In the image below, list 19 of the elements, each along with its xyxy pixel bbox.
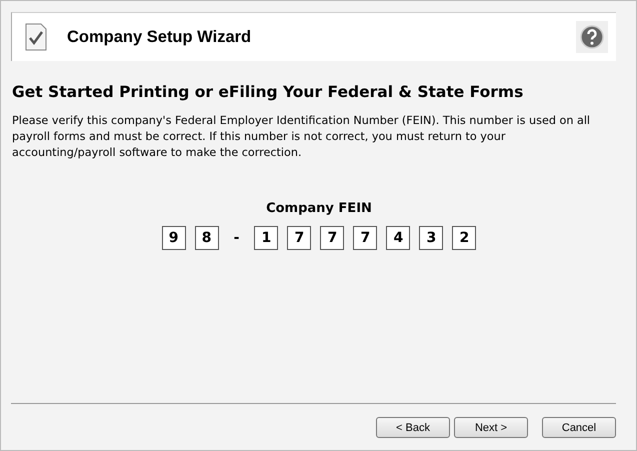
digit-field: 9 <box>162 226 186 250</box>
cancel-button[interactable]: Cancel <box>542 417 616 438</box>
digit-field: 2 <box>452 226 476 250</box>
page-heading: Get Started Printing or eFiling Your Federal & State Forms <box>12 83 524 101</box>
nav-button[interactable]: < Back <box>376 417 450 438</box>
digit-field: 7 <box>287 226 312 250</box>
digit-field: 8 <box>194 226 219 250</box>
separator-text: - <box>232 230 240 246</box>
description-text: Please verify this company's Federal Employer Identification Number (FEIN). This number is used on all payroll forms and must be correct. If this number is not correct, you must return to your accounting/payroll software to make the correction. <box>12 113 592 161</box>
digit-field: 7 <box>320 226 344 250</box>
fein-label: Company FEIN <box>266 201 372 216</box>
digit-field: 7 <box>353 226 378 250</box>
help-icon[interactable] <box>580 25 604 49</box>
digit-field: 4 <box>386 226 410 250</box>
digit-field: 3 <box>419 226 444 250</box>
digit-field: 1 <box>254 226 278 250</box>
window-title: Company Setup Wizard <box>67 28 252 46</box>
nav-button[interactable]: Next > <box>454 417 528 438</box>
checklist-icon <box>25 23 47 51</box>
